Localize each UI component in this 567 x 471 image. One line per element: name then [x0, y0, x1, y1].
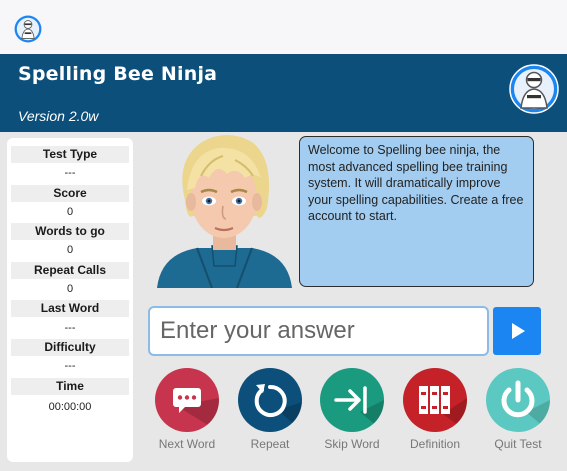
stat-label-words-to-go: Words to go	[11, 223, 129, 240]
chat-bubble-icon	[173, 388, 219, 432]
ninja-logo-icon[interactable]	[14, 15, 42, 43]
definition-button[interactable]: Definition	[401, 368, 469, 454]
power-icon	[501, 380, 550, 432]
books-icon	[419, 386, 467, 432]
ninja-logo-icon	[509, 64, 559, 114]
top-bar	[0, 0, 567, 54]
repeat-label: Repeat	[250, 437, 290, 451]
stat-value-words-to-go: 0	[66, 244, 74, 256]
skip-icon	[334, 386, 384, 432]
next-word-button[interactable]: Next Word	[153, 368, 221, 454]
welcome-message: Welcome to Spelling bee ninja, the most …	[299, 136, 534, 287]
app-version: Version 2.0w	[18, 108, 99, 124]
stat-label-difficulty: Difficulty	[11, 339, 129, 356]
app-header: Spelling Bee Ninja Version 2.0w	[0, 54, 567, 132]
stat-label-test-type: Test Type	[11, 146, 129, 163]
teacher-avatar	[157, 135, 292, 288]
stat-value-score: 0	[66, 206, 74, 218]
app-title: Spelling Bee Ninja	[18, 63, 218, 85]
stat-label-score: Score	[11, 185, 129, 202]
stat-value-difficulty: ---	[64, 360, 76, 372]
stat-value-test-type: ---	[64, 167, 76, 179]
stat-label-time: Time	[11, 378, 129, 395]
quit-test-label: Quit Test	[494, 437, 542, 451]
skip-word-button[interactable]: Skip Word	[318, 368, 386, 454]
repeat-icon	[254, 384, 302, 432]
submit-answer-button[interactable]	[493, 307, 541, 355]
stats-panel: Test Type --- Score 0 Words to go 0 Repe…	[7, 138, 133, 462]
answer-input[interactable]	[148, 306, 489, 356]
next-word-label: Next Word	[158, 437, 216, 451]
play-icon	[512, 323, 525, 339]
stat-label-last-word: Last Word	[11, 300, 129, 317]
skip-word-label: Skip Word	[324, 437, 380, 451]
stat-label-repeat-calls: Repeat Calls	[11, 262, 129, 279]
quit-test-button[interactable]: Quit Test	[484, 368, 552, 454]
definition-label: Definition	[409, 437, 461, 451]
stat-value-last-word: ---	[64, 322, 76, 334]
stat-value-repeat-calls: 0	[66, 283, 74, 295]
stat-value-time: 00:00:00	[48, 401, 92, 413]
repeat-button[interactable]: Repeat	[236, 368, 304, 454]
